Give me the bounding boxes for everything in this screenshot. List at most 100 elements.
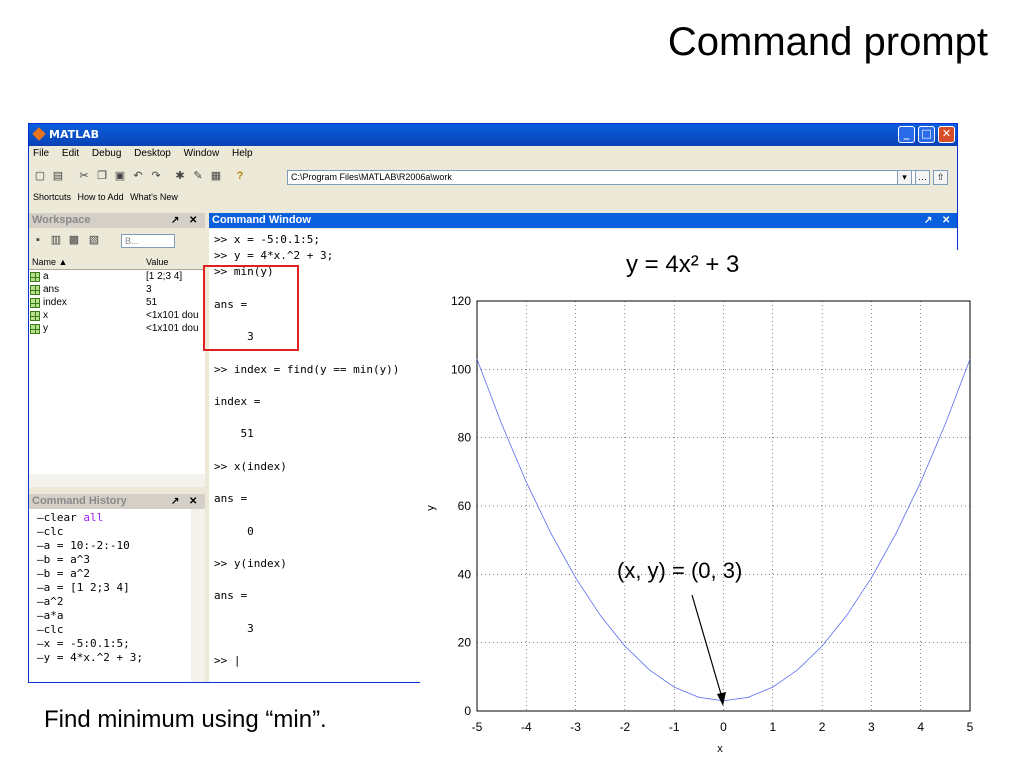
workspace-row[interactable]: y <1x101 dou [29, 323, 205, 335]
shortcuts-bar: Shortcuts How to Add What's New [29, 192, 178, 208]
history-item[interactable]: —clc [37, 525, 64, 539]
command-window-header: Command Window ↗ ✕ [209, 213, 957, 228]
filter-value: B... [125, 236, 139, 246]
y-tick-label: 40 [458, 567, 472, 581]
command-line: >> index = find(y == min(y)) [214, 362, 400, 376]
workspace-hscrollbar[interactable] [29, 474, 205, 487]
history-header: Command History ↗ ✕ [29, 494, 205, 509]
slide-title: Command prompt [667, 20, 988, 64]
plot-ticks: -5 -4 -3 -2 -1 0 1 2 3 4 5 0 20 40 60 80 100 120 [451, 294, 974, 734]
workspace-title: Workspace [32, 214, 91, 226]
new-file-icon[interactable]: ▢ [33, 169, 47, 183]
open-folder-icon[interactable]: ▤ [51, 169, 65, 183]
history-close-icon[interactable]: ✕ [189, 494, 197, 509]
profiler-icon[interactable]: ▦ [209, 169, 223, 183]
up-folder-icon[interactable]: ⇧ [933, 170, 948, 185]
column-value[interactable]: Value [146, 257, 168, 267]
undock-icon[interactable]: ↗ [171, 213, 179, 228]
undo-icon[interactable]: ↶ [131, 169, 145, 183]
history-item[interactable]: —clear all [37, 511, 103, 525]
menu-edit[interactable]: Edit [62, 148, 79, 159]
matlab-logo-icon [32, 127, 46, 141]
workspace-row[interactable]: x <1x101 dou [29, 310, 205, 322]
folder-dropdown-icon[interactable]: ▾ [897, 170, 912, 185]
undock-icon[interactable]: ↗ [924, 213, 932, 228]
workspace-close-icon[interactable]: ✕ [189, 213, 197, 228]
close-button[interactable]: ✕ [938, 126, 955, 143]
help-icon[interactable]: ? [233, 169, 247, 183]
var-name: a [43, 271, 49, 282]
history-item[interactable]: —a = 10:-2:-10 [37, 539, 130, 553]
workspace-table-header: Name ▲ Value [29, 256, 205, 270]
history-keyword: all [83, 511, 104, 524]
history-text: a^2 [43, 595, 64, 608]
new-variable-icon[interactable]: ▪ [31, 233, 45, 247]
x-tick-label: -5 [472, 720, 483, 734]
command-line: >> x(index) [214, 459, 287, 473]
menu-debug[interactable]: Debug [92, 148, 121, 159]
workspace-row[interactable]: a [1 2;3 4] [29, 271, 205, 283]
command-line: >> y = 4*x.^2 + 3; [214, 249, 334, 263]
workspace-table: Name ▲ Value a [1 2;3 4] ans 3 index 51 … [29, 256, 205, 474]
command-line: index = [214, 395, 261, 408]
y-tick-label: 20 [458, 636, 472, 650]
import-data-icon[interactable]: ▩ [67, 233, 81, 247]
history-item[interactable]: —a^2 [37, 595, 64, 609]
command-line: ans = [214, 589, 248, 603]
history-text: clc [43, 623, 64, 636]
x-tick-label: 4 [917, 720, 924, 734]
history-item[interactable]: —b = a^2 [37, 567, 90, 581]
column-name[interactable]: Name ▲ [32, 257, 67, 267]
workspace-row[interactable]: ans 3 [29, 284, 205, 296]
undock-icon[interactable]: ↗ [171, 494, 179, 509]
paste-icon[interactable]: ▣ [113, 169, 127, 183]
history-item[interactable]: —clc [37, 623, 64, 637]
minimize-button[interactable]: _ [898, 126, 915, 143]
history-scrollbar[interactable] [191, 509, 205, 682]
y-tick-label: 0 [464, 704, 471, 718]
history-item[interactable]: —a = [1 2;3 4] [37, 581, 130, 595]
simulink-icon[interactable]: ✱ [173, 169, 187, 183]
shortcut-how-to-add[interactable]: How to Add [78, 192, 124, 202]
maximize-button[interactable]: □ [918, 126, 935, 143]
history-text: y = 4*x.^2 + 3; [43, 651, 143, 664]
matrix-icon [30, 324, 40, 334]
var-name: index [43, 297, 67, 308]
cut-icon[interactable]: ✂ [77, 169, 91, 183]
history-item[interactable]: —y = 4*x.^2 + 3; [37, 651, 143, 665]
menu-desktop[interactable]: Desktop [134, 148, 171, 159]
matrix-icon [30, 272, 40, 282]
plot-selector-icon[interactable]: ▧ [87, 233, 101, 247]
command-line[interactable]: >> | [214, 654, 241, 667]
annotation-text: (x, y) = (0, 3) [617, 558, 742, 583]
open-variable-icon[interactable]: ▥ [49, 233, 63, 247]
annotation-arrow [691, 594, 724, 702]
var-value: <1x101 dou [146, 323, 199, 334]
history-item[interactable]: —b = a^3 [37, 553, 90, 567]
menu-window[interactable]: Window [184, 148, 220, 159]
guide-icon[interactable]: ✎ [191, 169, 205, 183]
history-item[interactable]: —x = -5:0.1:5; [37, 637, 130, 651]
y-tick-label: 80 [458, 431, 472, 445]
workspace-row[interactable]: index 51 [29, 297, 205, 309]
x-tick-label: 0 [720, 720, 727, 734]
y-tick-label: 120 [451, 294, 471, 308]
shortcut-whats-new[interactable]: What's New [130, 192, 178, 202]
var-name: ans [43, 284, 60, 295]
var-name: x [43, 310, 48, 321]
x-tick-label: 5 [967, 720, 974, 734]
copy-icon[interactable]: ❐ [95, 169, 109, 183]
browse-folder-button[interactable]: … [915, 170, 930, 185]
x-tick-label: -1 [669, 720, 680, 734]
menu-file[interactable]: File [33, 148, 49, 159]
history-item[interactable]: —a*a [37, 609, 64, 623]
command-window-close-icon[interactable]: ✕ [942, 213, 950, 228]
menu-help[interactable]: Help [232, 148, 253, 159]
workspace-filter-dropdown[interactable]: B... [121, 234, 175, 248]
current-folder-field[interactable]: C:\Program Files\MATLAB\R2006a\work [287, 170, 927, 185]
redo-icon[interactable]: ↷ [149, 169, 163, 183]
history-text: clc [43, 525, 64, 538]
arrow-head [717, 692, 726, 706]
history-text: a = [1 2;3 4] [43, 581, 130, 594]
command-history-list: —clear all —clc —a = 10:-2:-10 —b = a^3 … [29, 509, 205, 682]
